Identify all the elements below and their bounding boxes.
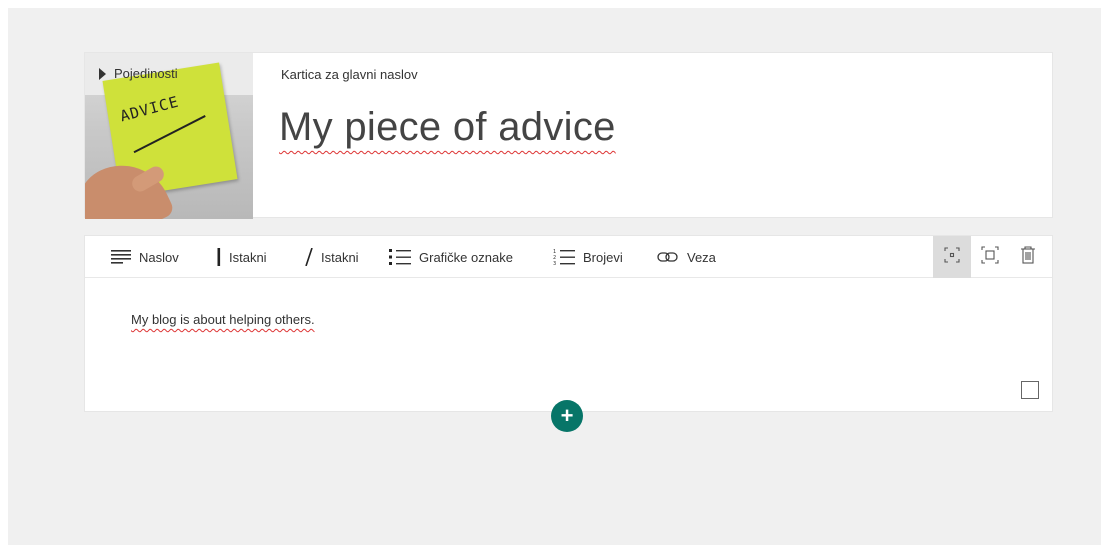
bold-icon bbox=[217, 248, 221, 266]
delete-icon bbox=[1021, 245, 1035, 269]
title-card-label: Kartica za glavni naslov bbox=[281, 67, 418, 82]
focus-small-icon bbox=[944, 246, 960, 268]
link-label: Veza bbox=[687, 249, 716, 265]
numbering-icon: 123 bbox=[553, 248, 575, 266]
text-toolbar: Naslov Istakni Istakni Grafičke oznake 1… bbox=[85, 236, 1052, 278]
italic-label: Istakni bbox=[321, 249, 359, 265]
numbering-label: Brojevi bbox=[583, 249, 623, 265]
page-title[interactable]: My piece of advice bbox=[279, 105, 616, 150]
focus-large-icon bbox=[981, 245, 999, 269]
numbering-button[interactable]: 123 Brojevi bbox=[553, 236, 623, 278]
heading-button[interactable]: Naslov bbox=[111, 236, 179, 278]
focus-small-button[interactable] bbox=[933, 236, 971, 278]
heading-icon bbox=[111, 250, 131, 264]
svg-text:3: 3 bbox=[553, 261, 556, 266]
bold-button[interactable]: Istakni bbox=[217, 236, 267, 278]
bullets-icon bbox=[389, 248, 411, 266]
sticky-note-text: ADVICE bbox=[118, 92, 181, 126]
page-canvas: ADVICE Pojedinosti Kartica za glavni nas… bbox=[8, 8, 1101, 545]
title-thumbnail-image: ADVICE Pojedinosti bbox=[85, 53, 253, 219]
link-icon bbox=[657, 251, 679, 263]
delete-button[interactable] bbox=[1009, 236, 1047, 278]
select-checkbox[interactable] bbox=[1021, 381, 1039, 399]
italic-button[interactable]: Istakni bbox=[305, 236, 359, 278]
text-web-part[interactable]: Naslov Istakni Istakni Grafičke oznake 1… bbox=[84, 235, 1053, 412]
italic-icon bbox=[305, 248, 313, 266]
bullets-label: Grafičke oznake bbox=[419, 249, 513, 265]
caret-right-icon bbox=[99, 67, 106, 80]
text-body[interactable]: My blog is about helping others. bbox=[131, 312, 315, 327]
add-section-button[interactable]: + bbox=[551, 400, 583, 432]
focus-large-button[interactable] bbox=[971, 236, 1009, 278]
bold-label: Istakni bbox=[229, 249, 267, 265]
link-button[interactable]: Veza bbox=[657, 236, 716, 278]
bullets-button[interactable]: Grafičke oznake bbox=[389, 236, 513, 278]
heading-label: Naslov bbox=[139, 249, 179, 265]
details-toggle[interactable]: Pojedinosti bbox=[99, 66, 178, 81]
title-card[interactable]: ADVICE Pojedinosti Kartica za glavni nas… bbox=[84, 52, 1053, 219]
details-label: Pojedinosti bbox=[114, 66, 178, 81]
